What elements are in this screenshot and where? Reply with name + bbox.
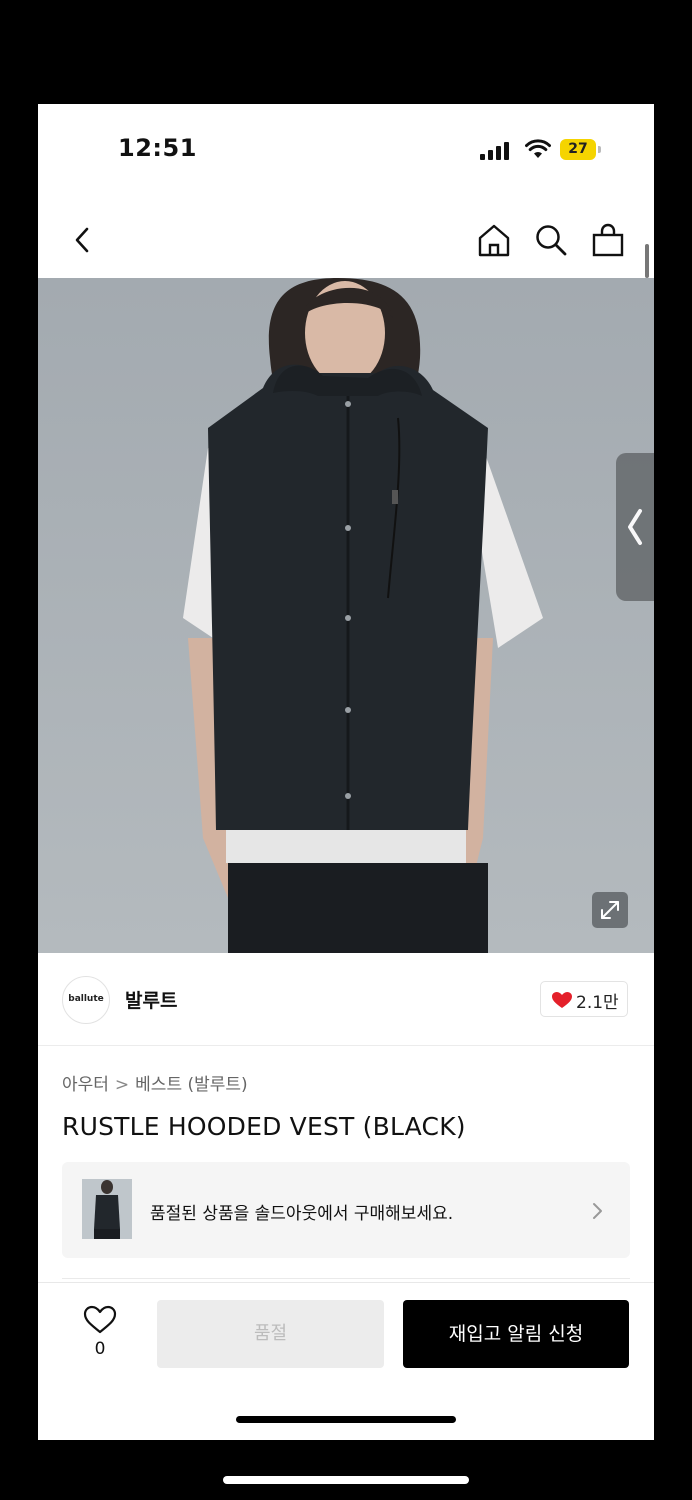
cart-button[interactable]: [589, 221, 627, 259]
product-photo: [38, 278, 654, 953]
outer-home-indicator: [223, 1476, 469, 1484]
brand-like-count: 2.1만: [576, 993, 619, 1013]
brand-like-button[interactable]: 2.1만: [540, 981, 628, 1017]
wishlist-count: 0: [94, 1339, 106, 1359]
product-thumbnail: [82, 1179, 132, 1239]
search-button[interactable]: [532, 221, 570, 259]
section-divider: [62, 1278, 630, 1279]
shopping-bag-icon: [592, 223, 624, 257]
chevron-right-icon: [593, 1203, 602, 1219]
restock-alert-button[interactable]: 재입고 알림 신청: [403, 1300, 629, 1368]
scroll-indicator[interactable]: [645, 244, 649, 278]
home-icon: [478, 224, 510, 257]
battery-indicator: 27: [560, 139, 596, 160]
heart-outline-icon: [83, 1305, 117, 1334]
home-button[interactable]: [475, 221, 513, 259]
brand-logo[interactable]: ballute: [62, 976, 110, 1024]
top-navigation: [38, 199, 654, 279]
battery-tip: [598, 146, 601, 153]
brand-row[interactable]: ballute 발루트 2.1만: [38, 953, 654, 1046]
expand-icon: [601, 901, 619, 919]
back-button[interactable]: [64, 221, 102, 259]
expand-image-button[interactable]: [592, 892, 628, 928]
breadcrumb-separator: >: [114, 1075, 130, 1095]
wifi-icon: [525, 139, 551, 158]
phone-screen: 12:51 27 ballute 발루트 2.1만 아우터 > 베스트 (발루트…: [38, 104, 654, 1440]
chevron-left-icon: [628, 509, 642, 545]
signal-icon: [480, 142, 509, 160]
wishlist-button[interactable]: 0: [78, 1301, 122, 1361]
home-indicator: [236, 1416, 456, 1423]
side-drawer-tab[interactable]: [616, 453, 654, 601]
status-time: 12:51: [118, 134, 197, 162]
breadcrumb-category[interactable]: 아우터: [62, 1075, 109, 1095]
banner-thumbnail: [82, 1179, 132, 1239]
search-icon: [536, 225, 567, 256]
status-bar: 12:51 27: [38, 104, 654, 199]
banner-text: 품절된 상품을 솔드아웃에서 구매해보세요.: [150, 1204, 454, 1224]
breadcrumb: 아우터 > 베스트 (발루트): [62, 1070, 248, 1095]
product-title: RUSTLE HOODED VEST (BLACK): [62, 1112, 466, 1141]
breadcrumb-subcategory[interactable]: 베스트 (발루트): [135, 1075, 248, 1095]
brand-name[interactable]: 발루트: [125, 986, 177, 1013]
soldout-marketplace-banner[interactable]: 품절된 상품을 솔드아웃에서 구매해보세요.: [62, 1162, 630, 1258]
heart-filled-icon: [552, 992, 572, 1008]
product-image[interactable]: [38, 278, 654, 953]
soldout-button[interactable]: 품절: [157, 1300, 384, 1368]
chevron-left-icon: [75, 227, 89, 253]
